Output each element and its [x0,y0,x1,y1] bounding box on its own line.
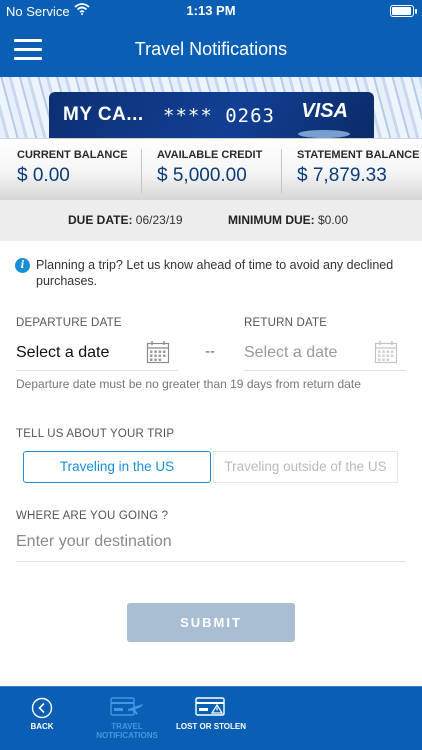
visa-logo: VISA [301,100,348,122]
current-balance-label: CURRENT BALANCE [17,149,128,161]
card-mask: **** [163,105,213,127]
bottom-tab-bar: BACK TRAVEL NOTIFICATIONS LOST OR STOLEN [0,686,422,750]
card-airplane-icon [110,697,144,722]
minimum-due: MINIMUM DUE: $0.00 [228,213,348,227]
nav-bar: Travel Notifications [0,22,422,77]
return-date-field[interactable]: Select a date [244,338,406,371]
due-date-label: DUE DATE: [68,213,133,227]
available-credit-value: $ 5,000.00 [157,165,247,186]
statement-balance-value: $ 7,879.33 [297,165,387,186]
date-hint: Departure date must be no greater than 1… [16,377,361,391]
card-alert-icon [195,697,227,722]
tab-back[interactable]: BACK [20,687,64,750]
battery-icon [390,5,417,17]
divider [141,149,142,193]
return-date-value: Select a date [244,344,338,361]
tab-lost-or-stolen-label: LOST OR STOLEN [175,722,247,731]
current-balance-value: $ 0.00 [17,165,70,186]
minimum-due-label: MINIMUM DUE: [228,213,315,227]
departure-date-label: DEPARTURE DATE [16,317,122,329]
trip-type-label: TELL US ABOUT YOUR TRIP [16,428,175,440]
tab-travel-notifications-label: TRAVEL NOTIFICATIONS [96,722,158,740]
departure-date-value: Select a date [16,344,110,361]
calendar-icon[interactable] [374,340,398,364]
status-bar: No Service 1:13 PM [0,0,422,22]
date-separator: -- [205,343,215,360]
statement-balance-label: STATEMENT BALANCE [297,149,420,161]
destination-input[interactable] [16,528,406,551]
card-last4: 0263 [225,105,275,127]
card-number: **** 0263 [163,105,275,127]
notice-text: Planning a trip? Let us know ahead of ti… [36,258,394,288]
departure-date-field[interactable]: Select a date [16,338,178,371]
due-date: DUE DATE: 06/23/19 [68,213,183,227]
due-info-bar: DUE DATE: 06/23/19 MINIMUM DUE: $0.00 [0,200,422,241]
clock: 1:13 PM [186,3,236,18]
card-hero: MY CA... **** 0263 VISA [0,77,422,138]
traveling-outside-us-option[interactable]: Traveling outside of the US [213,451,398,483]
page-title: Travel Notifications [134,39,288,59]
tab-back-label: BACK [30,722,54,731]
return-date-label: RETURN DATE [244,317,328,329]
calendar-icon[interactable] [146,340,170,364]
divider [281,149,282,193]
available-credit-label: AVAILABLE CREDIT [157,149,263,161]
info-icon: i [15,258,30,273]
traveling-in-us-option[interactable]: Traveling in the US [23,451,211,483]
destination-label: WHERE ARE YOU GOING ? [16,510,169,522]
travel-notice: i Planning a trip? Let us know ahead of … [15,257,395,289]
destination-field [16,528,406,562]
card-name: MY CA... [63,104,144,125]
submit-button[interactable]: SUBMIT [127,603,295,642]
back-circle-icon [31,697,53,724]
tab-travel-notifications[interactable]: TRAVEL NOTIFICATIONS [92,687,162,750]
due-date-value: 06/23/19 [135,213,183,227]
card-swoosh-decoration [298,130,350,138]
tab-lost-or-stolen[interactable]: LOST OR STOLEN [172,687,250,750]
minimum-due-value: $0.00 [318,213,349,227]
credit-card-image[interactable]: MY CA... **** 0263 VISA [49,92,374,138]
balances-panel: CURRENT BALANCE $ 0.00 AVAILABLE CREDIT … [0,138,422,200]
